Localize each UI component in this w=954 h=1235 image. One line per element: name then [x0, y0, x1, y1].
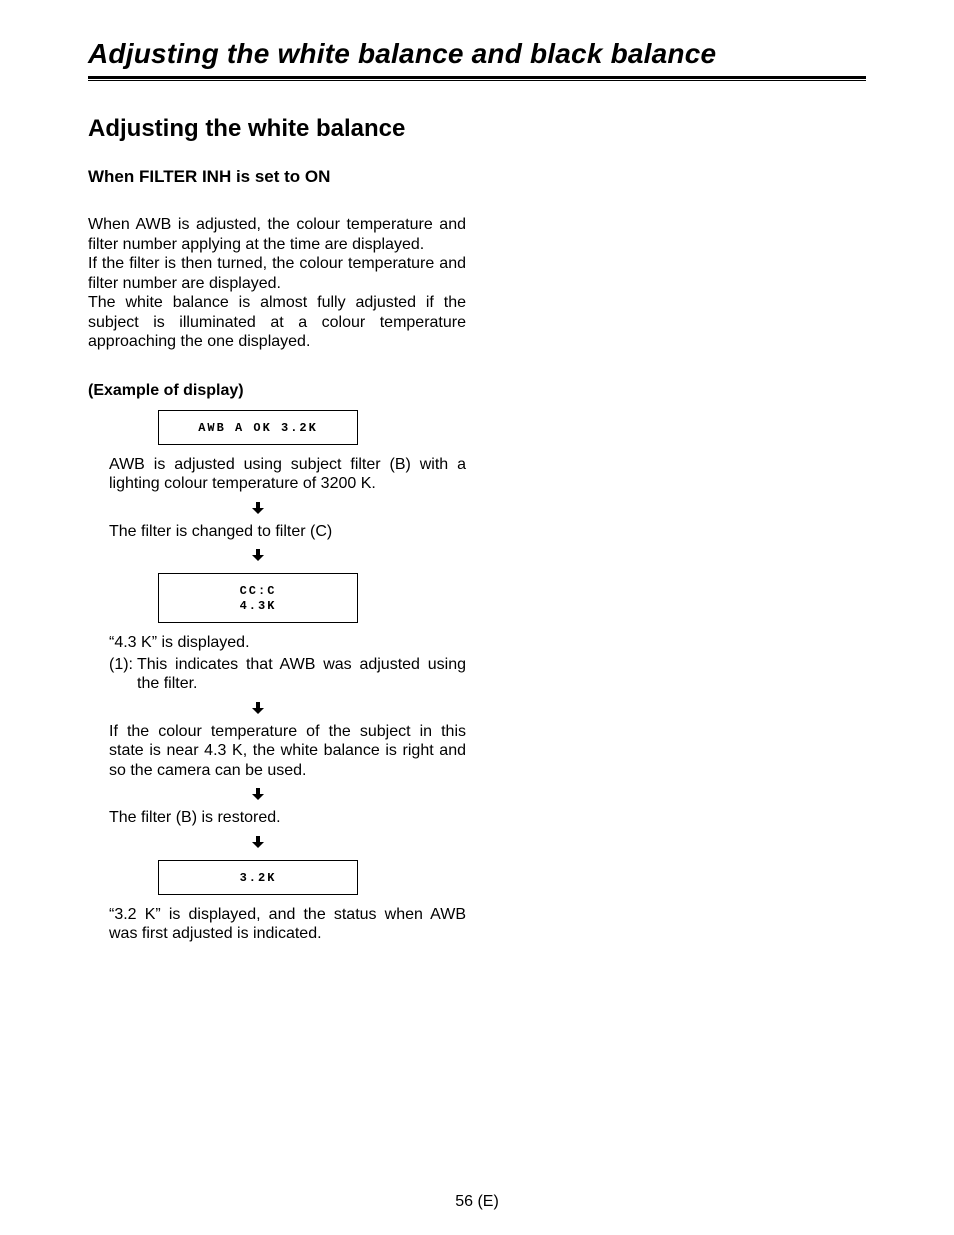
display-box-3: 3.2K [158, 860, 358, 895]
page: Adjusting the white balance and black ba… [0, 0, 954, 1235]
list-item-1: (1): This indicates that AWB was adjuste… [109, 655, 466, 694]
left-column: When FILTER INH is set to ON When AWB is… [88, 167, 466, 944]
caption-4: If the colour temperature of the subject… [109, 722, 466, 781]
caption-1: AWB is adjusted using subject filter (B)… [109, 455, 466, 494]
down-arrow-icon [158, 788, 358, 804]
intro-paragraph: When AWB is adjusted, the colour tempera… [88, 215, 466, 352]
caption-3: “4.3 K” is displayed. [109, 633, 466, 653]
page-number: 56 (E) [0, 1193, 954, 1211]
display-box-1: AWB A OK 3.2K [158, 410, 358, 445]
subsection-heading: When FILTER INH is set to ON [88, 167, 466, 187]
down-arrow-icon [158, 702, 358, 718]
caption-2: The filter is changed to filter (C) [109, 522, 466, 542]
list-marker: (1): [109, 655, 137, 694]
body-columns: When FILTER INH is set to ON When AWB is… [88, 167, 866, 944]
display-box-2: CC:C 4.3K [158, 573, 358, 623]
chapter-title: Adjusting the white balance and black ba… [88, 38, 866, 70]
rule-thin [88, 80, 866, 81]
down-arrow-icon [158, 502, 358, 518]
caption-6: “3.2 K” is displayed, and the status whe… [109, 905, 466, 944]
rule-thick [88, 76, 866, 79]
down-arrow-icon [158, 549, 358, 565]
list-body: This indicates that AWB was adjusted usi… [137, 655, 466, 694]
section-title: Adjusting the white balance [88, 115, 866, 143]
example-label: (Example of display) [88, 382, 466, 400]
down-arrow-icon [158, 836, 358, 852]
caption-5: The filter (B) is restored. [109, 808, 466, 828]
